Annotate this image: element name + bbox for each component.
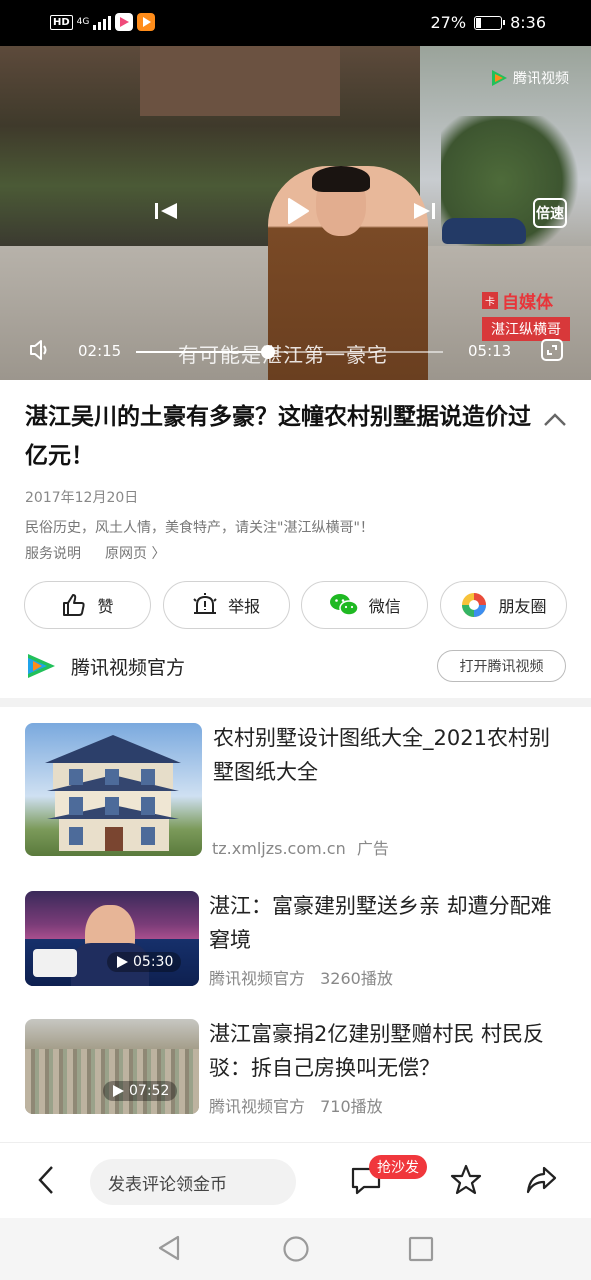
app-notification-icon-2 xyxy=(137,13,156,31)
wechat-label: 微信 xyxy=(368,597,401,616)
feed-item-video[interactable]: 05:30 湛江：富豪建别墅送乡亲 却遭分配难窘境 腾讯视频官方 3260播放 xyxy=(25,889,566,989)
video-thumbnail-card xyxy=(33,949,77,977)
service-link[interactable]: 服务说明 xyxy=(25,543,81,563)
open-app-button[interactable]: 打开腾讯视频 xyxy=(437,650,566,682)
video-plays: 3260播放 xyxy=(320,969,393,988)
villa-image xyxy=(45,735,181,851)
status-right: 27% 8:36 xyxy=(431,13,547,32)
thumb-up-icon xyxy=(63,594,86,616)
clock: 8:36 xyxy=(510,13,546,32)
moments-share-button[interactable]: 朋友圈 xyxy=(439,581,567,629)
signal-icon xyxy=(93,14,112,30)
video-scene-car xyxy=(442,218,526,244)
ad-title[interactable]: 农村别墅设计图纸大全_2021农村别墅图纸大全 xyxy=(213,721,566,789)
hd-indicator: HD xyxy=(50,14,73,30)
video-scene-hair xyxy=(312,166,370,192)
current-time: 02:15 xyxy=(78,342,122,360)
network-type: 4G xyxy=(76,16,90,27)
video-controls: 02:15 05:13 xyxy=(0,336,591,366)
channel-row: 腾讯视频官方 打开腾讯视频 xyxy=(25,648,566,682)
bottom-toolbar: 发表评论领金币 抢沙发 xyxy=(0,1142,591,1218)
duration-text: 07:52 xyxy=(129,1083,170,1099)
status-indicators: HD 4G xyxy=(50,13,156,31)
like-button[interactable]: 赞 xyxy=(24,581,151,629)
ad-thumbnail xyxy=(25,723,202,856)
report-label: 举报 xyxy=(228,597,261,616)
article-title: 湛江吴川的土豪有多豪？这幢农村别墅据说造价过亿元！ xyxy=(25,404,531,469)
video-source: 腾讯视频官方 xyxy=(209,969,306,988)
section-divider xyxy=(0,698,591,707)
meta-links: 服务说明 原网页 〉 xyxy=(25,543,165,563)
status-bar: HD 4G 27% 8:36 xyxy=(0,0,591,46)
moments-label: 朋友圈 xyxy=(498,597,547,616)
tencent-video-logo-icon xyxy=(492,70,507,86)
sofa-badge: 抢沙发 xyxy=(369,1155,427,1179)
play-icon xyxy=(113,1085,124,1097)
video-plays: 710播放 xyxy=(320,1097,383,1116)
nav-back-icon[interactable] xyxy=(156,1234,182,1266)
feed-item-ad[interactable]: 农村别墅设计图纸大全_2021农村别墅图纸大全 tz.xmljzs.com.cn… xyxy=(25,721,566,859)
channel-name[interactable]: 腾讯视频官方 xyxy=(71,653,185,680)
article-description: 民俗历史，风土人情，美食特产，请关注"湛江纵横哥"！ xyxy=(25,520,374,536)
favorite-star-icon[interactable] xyxy=(449,1163,483,1201)
video-meta: 腾讯视频官方 710播放 xyxy=(209,1093,383,1117)
like-label: 赞 xyxy=(97,597,114,616)
volume-icon[interactable] xyxy=(28,338,52,366)
tencent-video-logo-icon xyxy=(25,652,57,684)
video-thumbnail: 07:52 xyxy=(25,1019,199,1114)
video-meta: 腾讯视频官方 3260播放 xyxy=(209,965,393,989)
moments-icon xyxy=(462,593,487,617)
fullscreen-icon[interactable] xyxy=(540,338,564,366)
play-icon[interactable] xyxy=(282,196,312,230)
watermark-text: 腾讯视频 xyxy=(513,71,569,87)
ad-tag: 广告 xyxy=(356,839,389,858)
chevron-up-icon[interactable] xyxy=(542,410,568,434)
battery-icon xyxy=(474,15,506,30)
system-nav-bar xyxy=(0,1218,591,1280)
channel-badge-logo: 卡 xyxy=(482,292,498,309)
ad-meta: tz.xmljzs.com.cn 广告 xyxy=(212,835,389,859)
speed-button[interactable]: 倍速 xyxy=(533,198,567,228)
next-icon[interactable] xyxy=(410,200,438,226)
play-icon xyxy=(117,956,128,968)
action-row: 赞 举报 微信 朋友圈 xyxy=(24,581,567,629)
duration-badge: 05:30 xyxy=(107,952,182,972)
wechat-icon xyxy=(329,594,359,616)
feed-item-video[interactable]: 07:52 湛江富豪捐2亿建别墅赠村民 村民反驳：拆自己房换叫无偿？ 腾讯视频官… xyxy=(25,1017,566,1117)
video-watermark: 腾讯视频 xyxy=(489,68,569,88)
share-icon[interactable] xyxy=(524,1163,558,1201)
video-player[interactable]: 腾讯视频 卡 自媒体 湛江纵横哥 倍速 有可能是湛江第一豪宅 02:15 05:… xyxy=(0,46,591,380)
video-scene-roof xyxy=(140,46,340,116)
duration-text: 05:30 xyxy=(133,954,174,970)
nav-home-icon[interactable] xyxy=(282,1235,310,1267)
video-title[interactable]: 湛江富豪捐2亿建别墅赠村民 村民反驳：拆自己房换叫无偿？ xyxy=(209,1017,566,1085)
video-source: 腾讯视频官方 xyxy=(209,1097,306,1116)
progress-fill xyxy=(136,351,268,353)
wechat-share-button[interactable]: 微信 xyxy=(301,581,429,629)
battery-percent: 27% xyxy=(430,13,467,32)
report-button[interactable]: 举报 xyxy=(162,581,290,629)
article-title-block: 湛江吴川的土豪有多豪？这幢农村别墅据说造价过亿元！ xyxy=(25,398,535,476)
app-notification-icon xyxy=(115,13,134,31)
source-link[interactable]: 原网页 〉 xyxy=(105,543,165,563)
video-thumbnail: 05:30 xyxy=(25,891,199,986)
publish-date: 2017年12月20日 xyxy=(25,490,139,506)
report-icon xyxy=(193,593,217,614)
progress-bar[interactable] xyxy=(136,345,443,359)
channel-badge-title: 自媒体 xyxy=(502,293,553,313)
duration: 05:13 xyxy=(468,342,512,360)
progress-knob[interactable] xyxy=(261,345,275,359)
channel-badge: 卡 自媒体 湛江纵横哥 xyxy=(482,288,570,341)
previous-icon[interactable] xyxy=(153,200,181,226)
back-icon[interactable] xyxy=(34,1163,58,1201)
ad-source: tz.xmljzs.com.cn xyxy=(212,839,346,858)
comment-input[interactable]: 发表评论领金币 xyxy=(90,1159,296,1205)
duration-badge: 07:52 xyxy=(103,1081,178,1101)
nav-recent-icon[interactable] xyxy=(408,1236,434,1266)
video-title[interactable]: 湛江：富豪建别墅送乡亲 却遭分配难窘境 xyxy=(209,889,566,957)
